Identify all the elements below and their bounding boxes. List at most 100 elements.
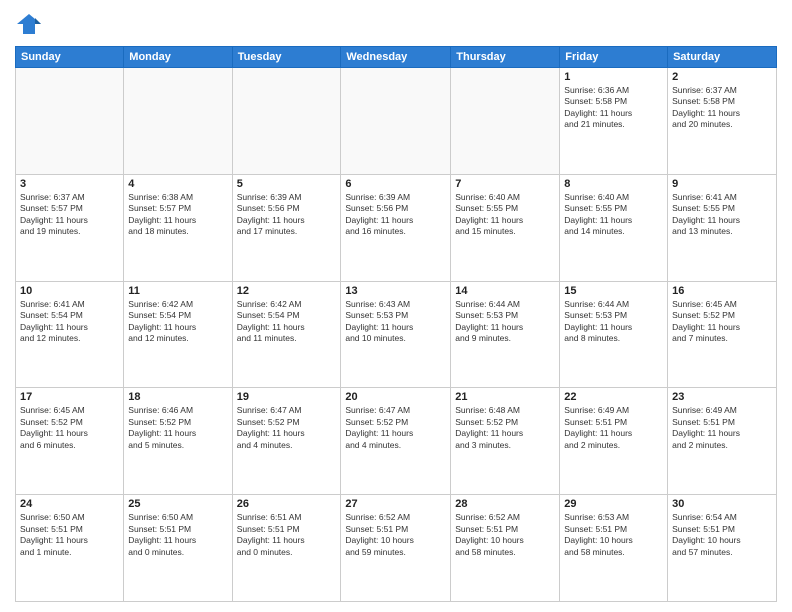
calendar-cell: 29Sunrise: 6:53 AM Sunset: 5:51 PM Dayli… <box>560 495 668 602</box>
day-number: 14 <box>455 285 555 297</box>
weekday-header-monday: Monday <box>124 47 232 68</box>
day-info: Sunrise: 6:47 AM Sunset: 5:52 PM Dayligh… <box>345 405 446 451</box>
calendar-cell: 20 Sunrise: 6:47 AM Sunset: 5:52 PM Dayli… <box>341 388 451 495</box>
weekday-header-row: SundayMondayTuesdayWednesdayThursdayFrid… <box>16 47 777 68</box>
day-number: 17 <box>20 391 119 403</box>
day-number: 16 <box>672 285 772 297</box>
calendar-cell: 4Sunrise: 6:38 AM Sunset: 5:57 PM Daylig… <box>124 174 232 281</box>
day-number: 13 <box>345 285 446 297</box>
day-number: 2 <box>672 71 772 83</box>
week-row-1: 1 Sunrise: 6:36 AM Sunset: 5:58 PM Daylig… <box>16 68 777 175</box>
week-row-5: 24 Sunrise: 6:50 AM Sunset: 5:51 PM Dayli… <box>16 495 777 602</box>
day-number: 24 <box>20 498 119 510</box>
day-info: Sunrise: 6:45 AM Sunset: 5:52 PM Dayligh… <box>672 299 772 345</box>
day-info: Sunrise: 6:53 AM Sunset: 5:51 PM Dayligh… <box>564 512 663 558</box>
header <box>15 10 777 38</box>
calendar-cell: 3Sunrise: 6:37 AM Sunset: 5:57 PM Daylig… <box>16 174 124 281</box>
calendar-cell: 24 Sunrise: 6:50 AM Sunset: 5:51 PM Dayli… <box>16 495 124 602</box>
weekday-header-friday: Friday <box>560 47 668 68</box>
day-info: Sunrise: 6:48 AM Sunset: 5:52 PM Dayligh… <box>455 405 555 451</box>
weekday-header-wednesday: Wednesday <box>341 47 451 68</box>
day-info: Sunrise: 6:42 AM Sunset: 5:54 PM Dayligh… <box>128 299 227 345</box>
day-info: Sunrise: 6:52 AM Sunset: 5:51 PM Dayligh… <box>345 512 446 558</box>
calendar-cell: 27 Sunrise: 6:52 AM Sunset: 5:51 PM Dayli… <box>341 495 451 602</box>
calendar-cell: 9Sunrise: 6:41 AM Sunset: 5:55 PM Daylig… <box>668 174 777 281</box>
day-info: Sunrise: 6:46 AM Sunset: 5:52 PM Dayligh… <box>128 405 227 451</box>
logo-icon <box>15 10 43 38</box>
calendar-cell: 16 Sunrise: 6:45 AM Sunset: 5:52 PM Dayli… <box>668 281 777 388</box>
calendar-cell: 18 Sunrise: 6:46 AM Sunset: 5:52 PM Dayli… <box>124 388 232 495</box>
weekday-header-tuesday: Tuesday <box>232 47 341 68</box>
calendar-cell: 13 Sunrise: 6:43 AM Sunset: 5:53 PM Dayli… <box>341 281 451 388</box>
page: SundayMondayTuesdayWednesdayThursdayFrid… <box>0 0 792 612</box>
day-info: Sunrise: 6:52 AM Sunset: 5:51 PM Dayligh… <box>455 512 555 558</box>
day-number: 7 <box>455 178 555 190</box>
weekday-header-thursday: Thursday <box>451 47 560 68</box>
day-number: 18 <box>128 391 227 403</box>
day-info: Sunrise: 6:44 AM Sunset: 5:53 PM Dayligh… <box>455 299 555 345</box>
day-info: Sunrise: 6:36 AM Sunset: 5:58 PM Dayligh… <box>564 85 663 131</box>
weekday-header-sunday: Sunday <box>16 47 124 68</box>
day-info: Sunrise: 6:47 AM Sunset: 5:52 PM Dayligh… <box>237 405 337 451</box>
calendar-cell: 1 Sunrise: 6:36 AM Sunset: 5:58 PM Daylig… <box>560 68 668 175</box>
day-info: Sunrise: 6:41 AM Sunset: 5:54 PM Dayligh… <box>20 299 119 345</box>
day-info: Sunrise: 6:39 AM Sunset: 5:56 PM Dayligh… <box>237 192 337 238</box>
day-info: Sunrise: 6:45 AM Sunset: 5:52 PM Dayligh… <box>20 405 119 451</box>
calendar-cell: 22 Sunrise: 6:49 AM Sunset: 5:51 PM Dayli… <box>560 388 668 495</box>
day-number: 26 <box>237 498 337 510</box>
day-info: Sunrise: 6:40 AM Sunset: 5:55 PM Dayligh… <box>455 192 555 238</box>
day-number: 22 <box>564 391 663 403</box>
day-info: Sunrise: 6:43 AM Sunset: 5:53 PM Dayligh… <box>345 299 446 345</box>
calendar-cell: 23 Sunrise: 6:49 AM Sunset: 5:51 PM Dayli… <box>668 388 777 495</box>
day-number: 10 <box>20 285 119 297</box>
day-info: Sunrise: 6:42 AM Sunset: 5:54 PM Dayligh… <box>237 299 337 345</box>
day-info: Sunrise: 6:50 AM Sunset: 5:51 PM Dayligh… <box>128 512 227 558</box>
calendar-cell: 14 Sunrise: 6:44 AM Sunset: 5:53 PM Dayli… <box>451 281 560 388</box>
day-info: Sunrise: 6:51 AM Sunset: 5:51 PM Dayligh… <box>237 512 337 558</box>
day-number: 27 <box>345 498 446 510</box>
week-row-2: 3Sunrise: 6:37 AM Sunset: 5:57 PM Daylig… <box>16 174 777 281</box>
calendar-cell: 11 Sunrise: 6:42 AM Sunset: 5:54 PM Dayli… <box>124 281 232 388</box>
day-info: Sunrise: 6:37 AM Sunset: 5:58 PM Dayligh… <box>672 85 772 131</box>
day-info: Sunrise: 6:49 AM Sunset: 5:51 PM Dayligh… <box>672 405 772 451</box>
logo <box>15 10 47 38</box>
day-number: 3 <box>20 178 119 190</box>
day-number: 19 <box>237 391 337 403</box>
calendar-cell: 7 Sunrise: 6:40 AM Sunset: 5:55 PM Daylig… <box>451 174 560 281</box>
calendar-cell: 2 Sunrise: 6:37 AM Sunset: 5:58 PM Daylig… <box>668 68 777 175</box>
calendar-cell: 19 Sunrise: 6:47 AM Sunset: 5:52 PM Dayli… <box>232 388 341 495</box>
day-number: 23 <box>672 391 772 403</box>
day-info: Sunrise: 6:49 AM Sunset: 5:51 PM Dayligh… <box>564 405 663 451</box>
calendar-cell: 8Sunrise: 6:40 AM Sunset: 5:55 PM Daylig… <box>560 174 668 281</box>
day-number: 1 <box>564 71 663 83</box>
day-number: 12 <box>237 285 337 297</box>
week-row-4: 17 Sunrise: 6:45 AM Sunset: 5:52 PM Dayli… <box>16 388 777 495</box>
day-info: Sunrise: 6:50 AM Sunset: 5:51 PM Dayligh… <box>20 512 119 558</box>
calendar-cell <box>16 68 124 175</box>
day-number: 8 <box>564 178 663 190</box>
calendar-cell <box>232 68 341 175</box>
day-info: Sunrise: 6:54 AM Sunset: 5:51 PM Dayligh… <box>672 512 772 558</box>
calendar-cell: 12 Sunrise: 6:42 AM Sunset: 5:54 PM Dayli… <box>232 281 341 388</box>
day-number: 11 <box>128 285 227 297</box>
day-info: Sunrise: 6:39 AM Sunset: 5:56 PM Dayligh… <box>345 192 446 238</box>
calendar-cell: 25Sunrise: 6:50 AM Sunset: 5:51 PM Dayli… <box>124 495 232 602</box>
calendar-cell: 26 Sunrise: 6:51 AM Sunset: 5:51 PM Dayli… <box>232 495 341 602</box>
week-row-3: 10 Sunrise: 6:41 AM Sunset: 5:54 PM Dayli… <box>16 281 777 388</box>
calendar-cell <box>124 68 232 175</box>
calendar-cell: 15Sunrise: 6:44 AM Sunset: 5:53 PM Dayli… <box>560 281 668 388</box>
calendar-table: SundayMondayTuesdayWednesdayThursdayFrid… <box>15 46 777 602</box>
calendar-cell: 10 Sunrise: 6:41 AM Sunset: 5:54 PM Dayli… <box>16 281 124 388</box>
day-info: Sunrise: 6:44 AM Sunset: 5:53 PM Dayligh… <box>564 299 663 345</box>
day-number: 28 <box>455 498 555 510</box>
calendar-cell: 6Sunrise: 6:39 AM Sunset: 5:56 PM Daylig… <box>341 174 451 281</box>
day-number: 5 <box>237 178 337 190</box>
day-number: 9 <box>672 178 772 190</box>
day-number: 30 <box>672 498 772 510</box>
day-number: 20 <box>345 391 446 403</box>
calendar-cell: 17 Sunrise: 6:45 AM Sunset: 5:52 PM Dayli… <box>16 388 124 495</box>
day-number: 21 <box>455 391 555 403</box>
calendar-cell <box>341 68 451 175</box>
calendar-cell <box>451 68 560 175</box>
day-info: Sunrise: 6:38 AM Sunset: 5:57 PM Dayligh… <box>128 192 227 238</box>
